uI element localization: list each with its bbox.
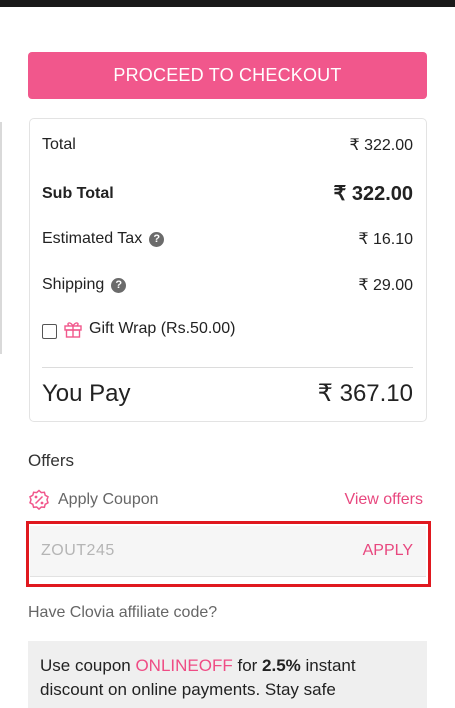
view-offers-link[interactable]: View offers	[344, 491, 423, 509]
promo-prefix: Use coupon	[40, 656, 136, 675]
promo-mid: for	[232, 656, 263, 675]
coupon-code-input[interactable]	[41, 542, 321, 560]
you-pay-row: You Pay ₹ 367.10	[42, 379, 413, 408]
you-pay-label: You Pay	[42, 379, 131, 407]
shipping-label: Shipping	[42, 276, 105, 293]
top-bar	[0, 0, 455, 7]
total-label: Total	[42, 136, 76, 153]
shipping-label-wrap: Shipping ?	[42, 276, 127, 294]
apply-coupon-label: Apply Coupon	[58, 491, 159, 508]
summary-divider	[42, 367, 413, 368]
apply-coupon-row: Apply Coupon View offers	[28, 489, 423, 511]
tax-label: Estimated Tax	[42, 230, 143, 247]
coupon-input-container: APPLY	[30, 526, 426, 577]
offers-heading: Offers	[28, 451, 74, 470]
total-value: ₹ 322.00	[349, 137, 413, 154]
coupon-percent-icon	[29, 489, 49, 511]
order-summary-card: Total ₹ 322.00 Sub Total ₹ 322.00 Estima…	[29, 118, 427, 422]
gift-wrap-row: Gift Wrap (Rs.50.00)	[42, 319, 235, 339]
apply-coupon-button[interactable]: APPLY	[363, 542, 413, 560]
gift-wrap-label: Gift Wrap (Rs.50.00)	[89, 320, 236, 337]
shipping-row: Shipping ? ₹ 29.00	[42, 275, 413, 295]
gift-wrap-checkbox[interactable]	[42, 323, 57, 339]
tax-help-icon[interactable]: ?	[149, 231, 165, 247]
total-row: Total ₹ 322.00	[42, 135, 413, 155]
gift-icon	[64, 322, 82, 338]
affiliate-code-link[interactable]: Have Clovia affiliate code?	[28, 604, 217, 622]
promo-code: ONLINEOFF	[135, 656, 233, 675]
subtotal-row: Sub Total ₹ 322.00	[42, 181, 413, 206]
shipping-help-icon[interactable]: ?	[111, 277, 127, 293]
left-panel-edge	[0, 122, 2, 354]
you-pay-value: ₹ 367.10	[317, 380, 413, 407]
proceed-to-checkout-button[interactable]: PROCEED TO CHECKOUT	[28, 52, 427, 99]
subtotal-label: Sub Total	[42, 184, 114, 202]
tax-label-wrap: Estimated Tax ?	[42, 230, 165, 248]
promo-percent: 2.5%	[262, 656, 301, 675]
tax-value: ₹ 16.10	[358, 231, 413, 248]
shipping-value: ₹ 29.00	[358, 277, 413, 294]
promo-banner: Use coupon ONLINEOFF for 2.5% instant di…	[28, 641, 427, 708]
apply-coupon-group: Apply Coupon	[28, 489, 159, 511]
tax-row: Estimated Tax ? ₹ 16.10	[42, 229, 413, 249]
subtotal-value: ₹ 322.00	[333, 183, 413, 205]
